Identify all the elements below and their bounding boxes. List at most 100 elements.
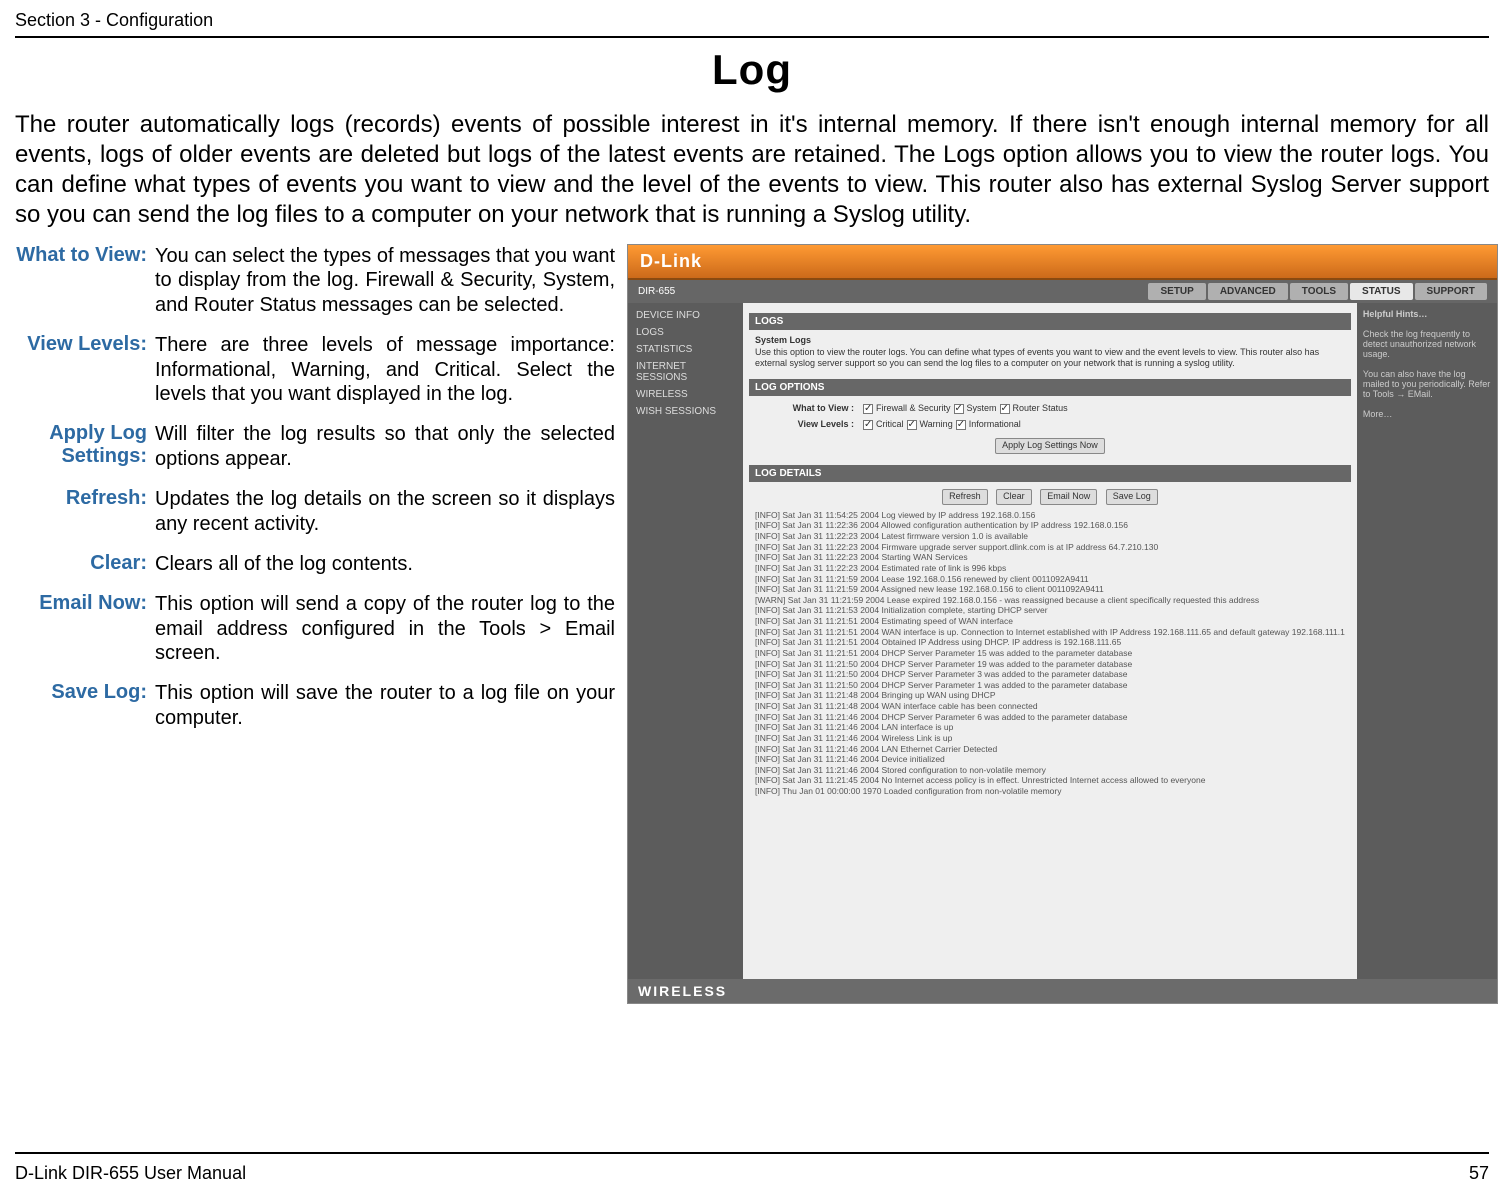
def-label: Email Now: [15, 592, 155, 665]
checkbox-label: System [967, 403, 997, 415]
log-line: [WARN] Sat Jan 31 11:21:59 2004 Lease ex… [755, 595, 1345, 606]
embedded-screenshot: D-Link DIR-655 SETUP ADVANCED TOOLS STAT… [627, 244, 1498, 1004]
save-log-button[interactable]: Save Log [1106, 489, 1158, 505]
log-line: [INFO] Sat Jan 31 11:22:23 2004 Latest f… [755, 531, 1345, 542]
apply-log-settings-button[interactable]: Apply Log Settings Now [995, 438, 1105, 454]
top-rule [15, 36, 1489, 38]
panel-log-details-header: LOG DETAILS [749, 465, 1351, 482]
log-line: [INFO] Sat Jan 31 11:21:59 2004 Lease 19… [755, 574, 1345, 585]
log-line: [INFO] Sat Jan 31 11:21:45 2004 No Inter… [755, 775, 1345, 786]
sidebar-item-device-info[interactable]: DEVICE INFO [628, 307, 743, 324]
def-view-levels: View Levels: There are three levels of m… [15, 333, 615, 406]
log-line: [INFO] Sat Jan 31 11:22:23 2004 Firmware… [755, 542, 1345, 553]
panel-log-options-body: What to View : Firewall & Security Syste… [749, 396, 1351, 461]
tab-status[interactable]: STATUS [1350, 283, 1413, 300]
def-desc: Updates the log details on the screen so… [155, 487, 615, 536]
definitions-column: What to View: You can select the types o… [15, 244, 615, 1004]
main-panel: LOGS System Logs Use this option to view… [743, 303, 1357, 979]
sidebar-item-statistics[interactable]: STATISTICS [628, 341, 743, 358]
log-line: [INFO] Sat Jan 31 11:21:50 2004 DHCP Ser… [755, 669, 1345, 680]
checkbox-label: Critical [876, 419, 904, 431]
def-desc: This option will send a copy of the rout… [155, 592, 615, 665]
intro-paragraph: The router automatically logs (records) … [15, 110, 1489, 230]
def-what-to-view: What to View: You can select the types o… [15, 244, 615, 317]
view-levels-label: View Levels : [755, 419, 860, 431]
checkbox-firewall-security[interactable] [863, 404, 873, 414]
log-line: [INFO] Sat Jan 31 11:21:48 2004 WAN inte… [755, 701, 1345, 712]
router-brand-logo: D-Link [628, 245, 1497, 280]
router-model: DIR-655 [638, 286, 675, 297]
sidebar: DEVICE INFO LOGS STATISTICS INTERNET SES… [628, 303, 743, 979]
log-line: [INFO] Sat Jan 31 11:21:51 2004 WAN inte… [755, 627, 1345, 638]
hints-body: Check the log frequently to detect unaut… [1363, 329, 1490, 419]
panel-logs-header: LOGS [749, 313, 1351, 330]
system-logs-desc: Use this option to view the router logs.… [755, 347, 1319, 369]
log-line: [INFO] Sat Jan 31 11:21:46 2004 Stored c… [755, 765, 1345, 776]
checkbox-label: Firewall & Security [876, 403, 951, 415]
sidebar-item-internet-sessions[interactable]: INTERNET SESSIONS [628, 358, 743, 386]
checkbox-warning[interactable] [907, 420, 917, 430]
checkbox-label: Router Status [1013, 403, 1068, 415]
sidebar-item-wireless[interactable]: WIRELESS [628, 386, 743, 403]
refresh-button[interactable]: Refresh [942, 489, 988, 505]
checkbox-informational[interactable] [956, 420, 966, 430]
def-label: Apply Log Settings: [15, 422, 155, 471]
panel-log-details-body: Refresh Clear Email Now Save Log [INFO] … [749, 482, 1351, 973]
def-clear: Clear: Clears all of the log contents. [15, 552, 615, 576]
main-tabs: SETUP ADVANCED TOOLS STATUS SUPPORT [1148, 283, 1486, 300]
log-line: [INFO] Sat Jan 31 11:21:46 2004 DHCP Ser… [755, 712, 1345, 723]
def-label: Refresh: [15, 487, 155, 536]
log-line: [INFO] Sat Jan 31 11:22:36 2004 Allowed … [755, 520, 1345, 531]
what-to-view-label: What to View : [755, 403, 860, 415]
log-line: [INFO] Sat Jan 31 11:21:50 2004 DHCP Ser… [755, 659, 1345, 670]
tab-tools[interactable]: TOOLS [1290, 283, 1348, 300]
email-now-button[interactable]: Email Now [1040, 489, 1097, 505]
tab-support[interactable]: SUPPORT [1415, 283, 1487, 300]
log-lines-container: [INFO] Sat Jan 31 11:54:25 2004 Log view… [755, 510, 1345, 797]
def-label: Save Log: [15, 681, 155, 730]
log-line: [INFO] Sat Jan 31 11:22:23 2004 Starting… [755, 552, 1345, 563]
log-line: [INFO] Sat Jan 31 11:22:23 2004 Estimate… [755, 563, 1345, 574]
helpful-hints-panel: Helpful Hints… Check the log frequently … [1357, 303, 1497, 979]
def-desc: There are three levels of message import… [155, 333, 615, 406]
log-line: [INFO] Sat Jan 31 11:54:25 2004 Log view… [755, 510, 1345, 521]
sidebar-item-wish-sessions[interactable]: WISH SESSIONS [628, 403, 743, 420]
page-title: Log [15, 46, 1489, 94]
main-row: What to View: You can select the types o… [15, 244, 1489, 1004]
def-label: View Levels: [15, 333, 155, 406]
page-footer: D-Link DIR-655 User Manual 57 [15, 1163, 1489, 1184]
checkbox-router-status[interactable] [1000, 404, 1010, 414]
def-desc: This option will save the router to a lo… [155, 681, 615, 730]
footer-page-number: 57 [1469, 1163, 1489, 1184]
checkbox-system[interactable] [954, 404, 964, 414]
log-line: [INFO] Thu Jan 01 00:00:00 1970 Loaded c… [755, 786, 1345, 797]
log-line: [INFO] Sat Jan 31 11:21:51 2004 DHCP Ser… [755, 648, 1345, 659]
log-line: [INFO] Sat Jan 31 11:21:59 2004 Assigned… [755, 584, 1345, 595]
panel-log-options-header: LOG OPTIONS [749, 379, 1351, 396]
section-header: Section 3 - Configuration [15, 10, 1489, 36]
bottom-rule [15, 1152, 1489, 1154]
log-line: [INFO] Sat Jan 31 11:21:51 2004 Estimati… [755, 616, 1345, 627]
log-line: [INFO] Sat Jan 31 11:21:48 2004 Bringing… [755, 690, 1345, 701]
log-line: [INFO] Sat Jan 31 11:21:46 2004 Device i… [755, 754, 1345, 765]
def-desc: Will filter the log results so that only… [155, 422, 615, 471]
tab-setup[interactable]: SETUP [1148, 283, 1205, 300]
log-line: [INFO] Sat Jan 31 11:21:51 2004 Obtained… [755, 637, 1345, 648]
router-footer-brand: WIRELESS [628, 979, 1497, 1003]
def-refresh: Refresh: Updates the log details on the … [15, 487, 615, 536]
clear-button[interactable]: Clear [996, 489, 1032, 505]
router-body: DEVICE INFO LOGS STATISTICS INTERNET SES… [628, 303, 1497, 979]
panel-logs-body: System Logs Use this option to view the … [749, 330, 1351, 375]
sidebar-item-logs[interactable]: LOGS [628, 324, 743, 341]
router-model-bar: DIR-655 SETUP ADVANCED TOOLS STATUS SUPP… [628, 280, 1497, 303]
checkbox-label: Warning [920, 419, 953, 431]
def-apply-log-settings: Apply Log Settings: Will filter the log … [15, 422, 615, 471]
log-line: [INFO] Sat Jan 31 11:21:53 2004 Initiali… [755, 605, 1345, 616]
log-line: [INFO] Sat Jan 31 11:21:46 2004 LAN Ethe… [755, 744, 1345, 755]
def-desc: You can select the types of messages tha… [155, 244, 615, 317]
def-email-now: Email Now: This option will send a copy … [15, 592, 615, 665]
checkbox-critical[interactable] [863, 420, 873, 430]
log-line: [INFO] Sat Jan 31 11:21:46 2004 LAN inte… [755, 722, 1345, 733]
tab-advanced[interactable]: ADVANCED [1208, 283, 1288, 300]
def-desc: Clears all of the log contents. [155, 552, 615, 576]
